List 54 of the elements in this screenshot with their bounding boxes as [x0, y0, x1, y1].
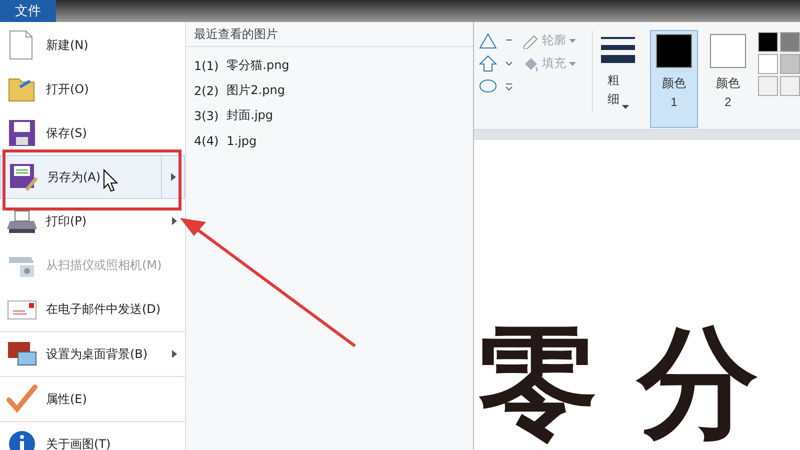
color-swatch[interactable] — [780, 76, 800, 96]
recent-file[interactable]: 2(2) 图片2.png — [194, 78, 473, 103]
file-tab[interactable]: 文件 — [0, 0, 56, 22]
menu-item-label: 新建(N) — [46, 36, 88, 54]
checkmark-icon — [6, 383, 38, 415]
recent-file[interactable]: 1(1) 零分猫.png — [194, 53, 473, 78]
menu-item[interactable]: 打开(O) — [0, 67, 185, 111]
mouse-cursor-icon — [104, 168, 118, 192]
menu-item[interactable]: 另存为(A) — [0, 155, 185, 199]
canvas-text: 零 — [478, 318, 598, 450]
file-number: 4(4) — [194, 134, 219, 148]
menu-item[interactable]: 打印(P) — [0, 199, 185, 243]
menu-item-label: 设置为桌面背景(B) — [46, 346, 148, 362]
menu-item-label: 打开(O) — [46, 80, 89, 98]
menu-item-label: 在电子邮件中发送(D) — [46, 300, 161, 318]
arrow-icon — [172, 217, 176, 225]
color-swatch[interactable] — [780, 54, 800, 74]
canvas-text: 分 — [638, 318, 758, 450]
menu-item-label: 属性(E) — [46, 390, 87, 408]
color-swatch[interactable] — [780, 32, 800, 52]
menu-item-label: 另存为(A) — [47, 168, 101, 186]
recent-file[interactable]: 3(3) 封面.jpg — [194, 103, 473, 128]
menu-item[interactable]: 保存(S) — [0, 111, 185, 155]
menu-item[interactable]: 设置为桌面背景(B) — [0, 332, 185, 377]
floppy-disk-pencil-icon — [7, 161, 39, 193]
file-name: 封面.jpg — [226, 107, 274, 124]
line-width-icon — [601, 35, 635, 65]
color-swatch[interactable] — [758, 54, 778, 74]
menu-item-label: 打印(P) — [46, 212, 87, 230]
file-name: 图片2.png — [226, 82, 285, 99]
color-button[interactable]: 颜色 2 — [704, 30, 752, 116]
menu-item-label: 保存(S) — [46, 124, 87, 142]
recent-title: 最近查看的图片 — [186, 22, 473, 47]
caret-icon — [622, 105, 630, 110]
arrow-icon — [170, 173, 176, 181]
arrow-icon — [172, 350, 176, 358]
menu-item[interactable]: 属性(E) — [0, 377, 185, 422]
file-number: 1(1) — [194, 58, 219, 72]
color-swatch[interactable] — [758, 76, 778, 96]
menu-item-label: 从扫描仪或照相机(M) — [46, 256, 162, 274]
recent-file[interactable]: 4(4) 1.jpg — [194, 128, 473, 153]
file-number: 2(2) — [194, 84, 219, 98]
menu-item[interactable]: 新建(N) — [0, 23, 185, 67]
menu-item[interactable]: 在电子邮件中发送(D) — [0, 287, 185, 332]
caret-icon — [569, 62, 576, 66]
caret-icon — [569, 38, 576, 42]
menu-item[interactable]: 关于画图(T) — [0, 422, 185, 450]
color-button[interactable]: 颜色 1 — [650, 30, 698, 128]
size-button[interactable]: 粗细 — [592, 30, 644, 114]
color-swatch[interactable] — [758, 32, 778, 52]
file-number: 3(3) — [194, 108, 219, 122]
file-name: 1.jpg — [226, 134, 257, 148]
file-name: 零分猫.png — [226, 57, 290, 74]
menu-item-label: 关于画图(T) — [46, 436, 111, 450]
